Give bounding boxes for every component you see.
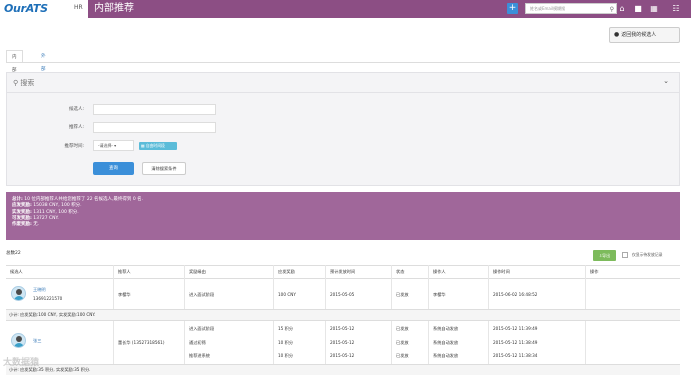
operator-name: 系统自动发放 <box>433 353 459 358</box>
operator-name: 李樱华 <box>433 292 446 297</box>
chevron-down-icon[interactable]: ⌄ <box>663 77 669 85</box>
summary-line-void: 作废奖励: 无. <box>12 222 674 228</box>
watermark: 大数据猿 <box>3 358 40 368</box>
back-button-label: 返回我的候选人 <box>621 32 657 38</box>
candidate-label: 候选人: <box>68 107 84 112</box>
col-actions: 操作 <box>590 269 599 274</box>
reward-reason: 推荐进系统 <box>189 353 210 358</box>
page-title: 内部推荐 <box>94 3 134 14</box>
referrer-input[interactable] <box>93 122 216 133</box>
summary-due-text: 15038 CNY, 100 积分. <box>33 203 82 209</box>
table-header-border <box>6 278 680 279</box>
export-button[interactable]: ⇩导出 <box>593 250 616 261</box>
avatar <box>11 333 26 348</box>
title-bar: 内部推荐 + 姓名或Email模糊搜 ⚲ ⌂ ■ ▦ ☷ <box>88 0 691 18</box>
operate-time: 2015-05-12 11:38:34 <box>493 353 538 358</box>
date-button-label: 自由时间段 <box>145 143 165 148</box>
only-pending-checkbox[interactable] <box>622 252 628 258</box>
col-operate-time: 操作时间 <box>493 269 510 274</box>
expected-date: 2015-05-05 <box>330 292 355 297</box>
operate-time: 2015-05-12 11:39:49 <box>493 326 538 331</box>
search-icon[interactable]: ⚲ <box>610 5 614 14</box>
operate-time: 2015-06-02 16:48:52 <box>493 292 538 297</box>
reward-amount: 15 积分 <box>278 326 294 331</box>
summary-paid-text: 1311 CNY, 100 积分. <box>33 209 79 215</box>
operator-name: 系统自动发放 <box>433 326 459 331</box>
reward-amount: 10 积分 <box>278 353 294 358</box>
summary-payable-text: 13727 CNY. <box>33 215 59 221</box>
referrer-name: 李樱华 <box>118 292 131 297</box>
col-operator: 操作人 <box>433 269 446 274</box>
summary-payable-label: 可发奖励: <box>12 215 32 221</box>
status-badge: 已发放 <box>396 292 409 297</box>
col-referrer: 推荐人 <box>118 269 131 274</box>
col-candidate: 候选人 <box>10 269 23 274</box>
col-reward: 应发奖励 <box>278 269 295 274</box>
reward-reason: 进入面试阶段 <box>189 292 215 297</box>
export-label: 导出 <box>602 253 611 258</box>
col-reason: 奖励缘由 <box>189 269 206 274</box>
user-icon: ● <box>614 31 620 38</box>
reward-reason: 通过初筛 <box>189 340 206 345</box>
chevron-down-icon: ▾ <box>114 143 117 148</box>
avatar <box>11 286 26 301</box>
referral-time-label: 推荐时间: <box>64 144 84 149</box>
clear-conditions-button[interactable]: 清除搜索条件 <box>142 162 186 175</box>
app-logo[interactable]: OurATS <box>4 2 48 16</box>
col-status: 状态 <box>396 269 405 274</box>
referrer-name: 董长华 (13527318561) <box>118 340 165 345</box>
plus-icon[interactable]: + <box>507 3 518 14</box>
row-subtotal: 小计: 应发奖励:100 CNY, 实发奖励:100 CNY. <box>6 310 680 320</box>
status-badge: 已发放 <box>396 326 409 331</box>
custom-date-range-button[interactable]: ▦ 自由时间段 <box>139 142 177 150</box>
global-search-input[interactable]: 姓名或Email模糊搜 ⚲ <box>525 3 617 14</box>
reward-reason: 进入面试阶段 <box>189 326 215 331</box>
status-badge: 已发放 <box>396 353 409 358</box>
back-to-my-candidates-button[interactable]: ● 返回我的候选人 <box>609 27 680 43</box>
status-badge: 已发放 <box>396 340 409 345</box>
role-label: HR <box>74 4 83 11</box>
search-button[interactable]: 查询 <box>93 162 134 175</box>
calendar-icon[interactable]: ▦ <box>649 3 659 14</box>
reward-amount: 10 积分 <box>278 340 294 345</box>
referral-time-select[interactable]: -请选择- ▾ <box>93 140 134 151</box>
search-panel-title: ⚲ 搜索 <box>13 77 34 89</box>
summary-paid-label: 实发奖励: <box>12 209 32 215</box>
top-header: OurATS HR 内部推荐 + 姓名或Email模糊搜 ⚲ ⌂ ■ ▦ ☷ <box>0 0 691 18</box>
summary-total-text: 10 位内部推荐人共给您推荐了 22 名候选人,最终得到 0 名. <box>24 197 144 202</box>
home-icon[interactable]: ⌂ <box>617 3 627 14</box>
expected-date: 2015-05-12 <box>330 340 355 345</box>
summary-total-label: 总计: <box>12 197 23 202</box>
col-expected-date: 预计发放时间 <box>330 269 356 274</box>
summary-due-label: 应发奖励: <box>12 203 32 209</box>
candidate-name-link[interactable]: 张三 <box>33 338 41 344</box>
candidate-phone: 13691221570 <box>33 296 63 301</box>
grid-icon[interactable]: ☷ <box>671 3 681 14</box>
only-pending-label: 仅显示待发放记录 <box>632 252 663 257</box>
search-panel-header[interactable]: ⚲ 搜索 ⌄ <box>7 73 679 93</box>
shirt-icon[interactable]: ■ <box>633 3 643 14</box>
expected-date: 2015-05-12 <box>330 353 355 358</box>
time-select-value: -请选择- <box>98 143 113 148</box>
summary-void-text: 无. <box>33 222 40 228</box>
operator-name: 系统自动发放 <box>433 340 459 345</box>
summary-void-label: 作废奖励: <box>12 222 32 228</box>
row-subtotal: 小计: 应发奖励:35 积分, 实发奖励:35 积分. <box>6 365 680 375</box>
tab-divider <box>6 62 680 63</box>
total-count: 总数22 <box>6 251 21 256</box>
candidate-name-link[interactable]: 王晓明 <box>33 287 46 293</box>
reward-amount: 100 CNY <box>278 292 296 297</box>
row-divider <box>6 320 680 321</box>
search-title-text: 搜索 <box>20 79 35 87</box>
summary-box: 总计: 10 位内部推荐人共给您推荐了 22 名候选人,最终得到 0 名. 应发… <box>6 192 680 240</box>
candidate-input[interactable] <box>93 104 216 115</box>
search-placeholder: 姓名或Email模糊搜 <box>530 6 566 11</box>
search-icon: ⚲ <box>13 79 19 87</box>
calendar-icon: ▦ <box>141 143 145 148</box>
expected-date: 2015-05-12 <box>330 326 355 331</box>
referrer-label: 推荐人: <box>68 125 84 130</box>
operate-time: 2015-05-12 11:38:49 <box>493 340 538 345</box>
